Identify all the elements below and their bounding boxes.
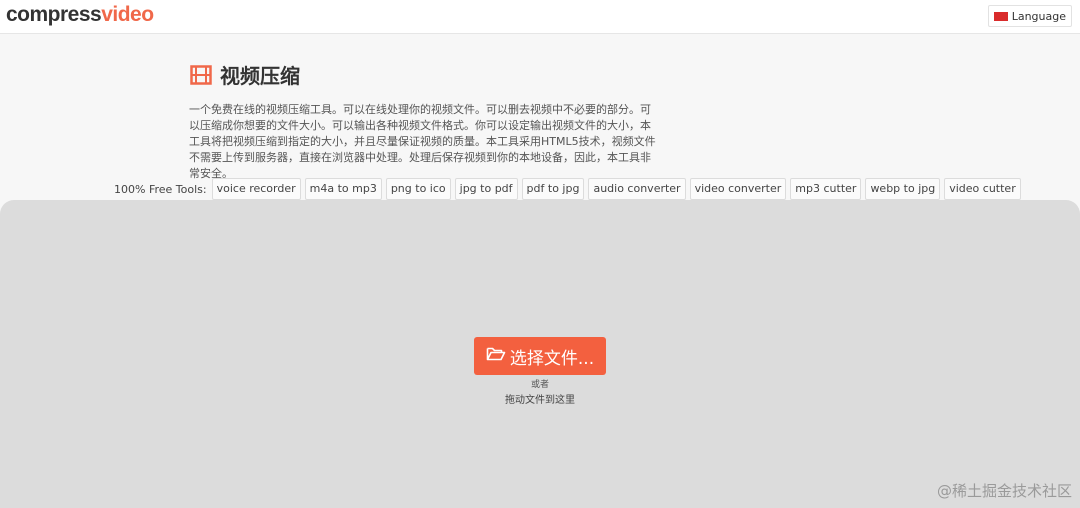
tool-link-voice-recorder[interactable]: voice recorder	[211, 178, 301, 200]
choose-file-button[interactable]: 选择文件...	[474, 337, 606, 375]
tool-link-mp3-cutter[interactable]: mp3 cutter	[790, 178, 862, 200]
tool-link-video-cutter[interactable]: video cutter	[944, 178, 1021, 200]
watermark: @稀土掘金技术社区	[936, 482, 1072, 500]
tool-link-audio-converter[interactable]: audio converter	[588, 178, 686, 200]
logo-part-compress: compress	[6, 3, 102, 26]
page-title: 视频压缩	[220, 64, 300, 88]
free-tools-label: 100% Free Tools:	[114, 182, 207, 196]
language-label: Language	[1011, 9, 1066, 23]
top-header: compressvideo Language	[0, 0, 1080, 34]
drag-hint-text: 拖动文件到这里	[505, 395, 575, 406]
tool-link-png-to-ico[interactable]: png to ico	[385, 178, 451, 200]
page-description: 一个免费在线的视频压缩工具。可以在线处理你的视频文件。可以删去视频中不必要的部分…	[189, 103, 656, 180]
free-tools-bar: 100% Free Tools: voice recorder m4a to m…	[114, 178, 1021, 200]
film-icon	[190, 64, 212, 85]
or-text: 或者	[530, 380, 549, 390]
logo-part-video: video	[101, 3, 154, 26]
tool-link-webp-to-jpg[interactable]: webp to jpg	[865, 178, 941, 200]
flag-icon	[993, 11, 1008, 21]
language-button[interactable]: Language	[987, 5, 1072, 27]
title-row: 视频压缩	[190, 60, 300, 89]
logo[interactable]: compressvideo	[6, 3, 154, 27]
tool-link-m4a-to-mp3[interactable]: m4a to mp3	[304, 178, 382, 200]
tool-link-video-converter[interactable]: video converter	[689, 178, 787, 200]
tool-link-pdf-to-jpg[interactable]: pdf to jpg	[521, 178, 585, 200]
folder-open-icon	[486, 346, 506, 367]
choose-file-label: 选择文件...	[509, 348, 595, 369]
tool-link-jpg-to-pdf[interactable]: jpg to pdf	[454, 178, 518, 200]
